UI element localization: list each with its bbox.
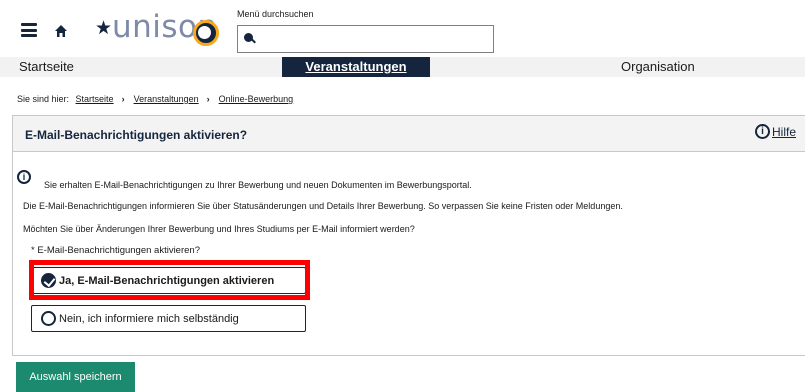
breadcrumb: Sie sind hier: Startseite › Veranstaltunge… xyxy=(17,94,293,104)
search-label: Menü durchsuchen xyxy=(237,9,314,19)
radio-option-no[interactable]: Nein, ich informiere mich selbständig xyxy=(31,305,306,332)
favorite-star-icon[interactable]: ★ xyxy=(95,19,112,38)
help-link[interactable]: i Hilfe xyxy=(755,124,797,140)
nav-item-organisation[interactable]: Organisation xyxy=(621,57,695,77)
save-button[interactable]: Auswahl speichern xyxy=(16,362,135,392)
home-icon[interactable] xyxy=(54,24,68,38)
breadcrumb-item-startseite[interactable]: Startseite xyxy=(76,94,114,104)
breadcrumb-prefix: Sie sind hier: xyxy=(17,94,70,104)
search-icon xyxy=(244,33,253,42)
paragraph-question-intro: Möchten Sie über Änderungen Ihrer Bewerb… xyxy=(23,224,415,234)
main-nav: Startseite Veranstaltungen Organisation xyxy=(0,57,805,77)
radio-option-yes[interactable]: Ja, E-Mail-Benachrichtigungen aktivieren xyxy=(31,267,306,294)
radio-checked-icon[interactable] xyxy=(41,273,56,288)
menu-icon[interactable] xyxy=(21,23,37,37)
info-text: Sie erhalten E-Mail-Benachrichtigungen z… xyxy=(44,180,472,190)
info-icon: i xyxy=(755,124,770,140)
breadcrumb-item-online-bewerbung[interactable]: Online-Bewerbung xyxy=(219,94,294,104)
logo-icon xyxy=(193,20,219,46)
paragraph-status-info: Die E-Mail-Benachrichtigungen informiere… xyxy=(23,201,623,211)
chevron-right-icon: › xyxy=(206,94,210,104)
radio-option-yes-label: Ja, E-Mail-Benachrichtigungen aktivieren xyxy=(59,275,275,287)
radio-unchecked-icon[interactable] xyxy=(41,311,56,326)
panel-header: E-Mail-Benachrichtigungen aktivieren? iH… xyxy=(13,116,805,152)
question-label: * E-Mail-Benachrichtigungen aktivieren? xyxy=(31,245,200,256)
nav-item-startseite[interactable]: Startseite xyxy=(19,57,74,77)
header: ★ unison Menü durchsuchen xyxy=(0,0,805,56)
nav-item-veranstaltungen[interactable]: Veranstaltungen xyxy=(282,57,430,77)
page-title: E-Mail-Benachrichtigungen aktivieren? xyxy=(25,128,248,142)
search-input[interactable] xyxy=(258,28,488,50)
breadcrumb-item-veranstaltungen[interactable]: Veranstaltungen xyxy=(134,94,199,104)
radio-option-no-label: Nein, ich informiere mich selbständig xyxy=(59,313,239,325)
help-label: Hilfe xyxy=(772,124,797,139)
chevron-right-icon: › xyxy=(121,94,125,104)
search-box[interactable] xyxy=(237,25,494,53)
info-icon: i xyxy=(17,170,31,184)
